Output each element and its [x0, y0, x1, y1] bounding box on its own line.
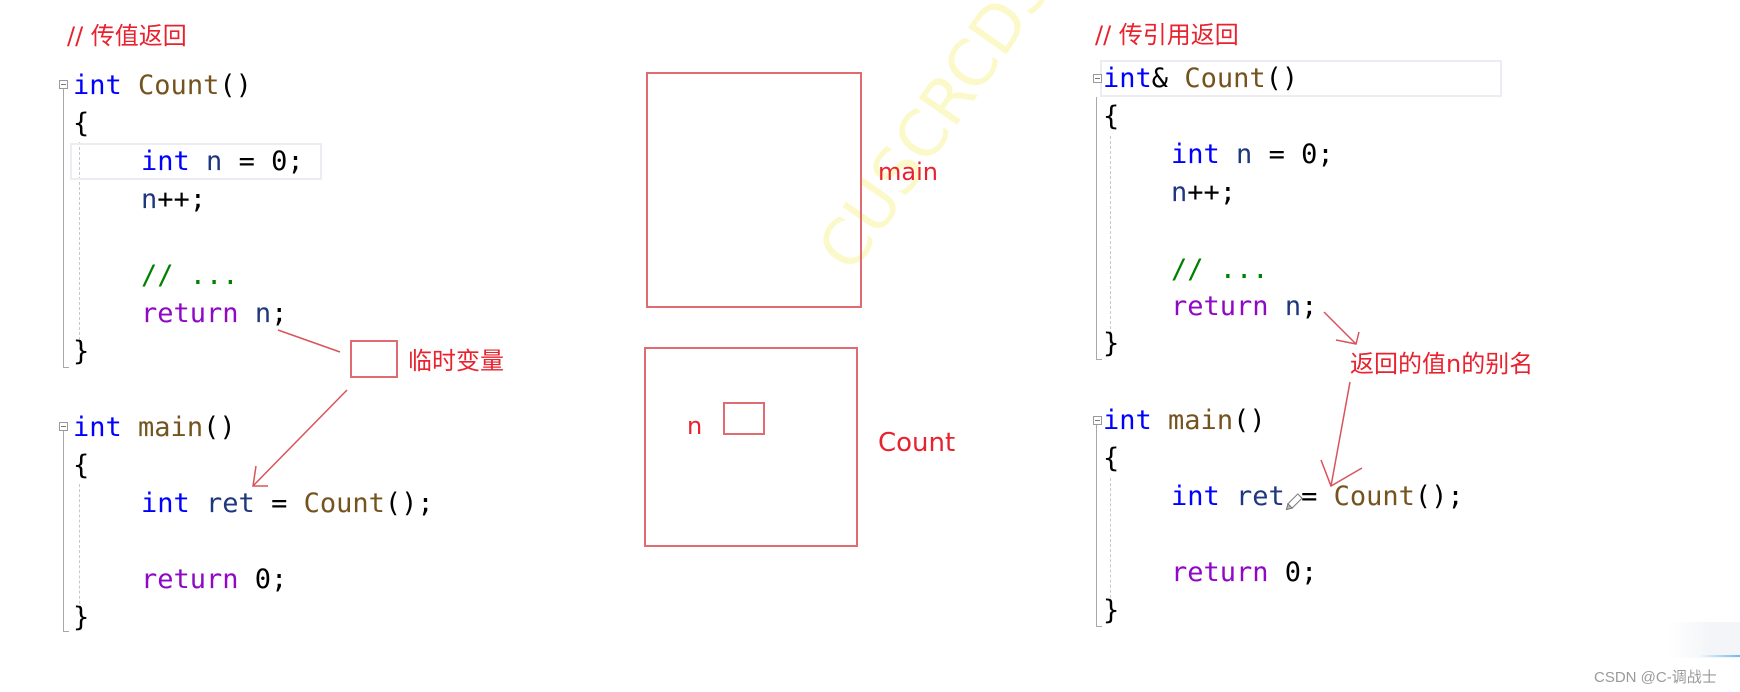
- corner-accent-line: [1700, 655, 1740, 657]
- arrow-alias-to-call: [1320, 381, 1363, 488]
- annotation-arrows: [252, 311, 1363, 511]
- arrow-return-to-temp: [277, 329, 341, 353]
- corner-overlay: [1668, 622, 1740, 658]
- arrow-return-to-alias: [1323, 311, 1360, 345]
- csdn-credit: CSDN @C-调战士: [1594, 669, 1717, 686]
- pencil-cursor-icon: [1285, 493, 1303, 511]
- arrow-temp-to-ret: [252, 389, 348, 487]
